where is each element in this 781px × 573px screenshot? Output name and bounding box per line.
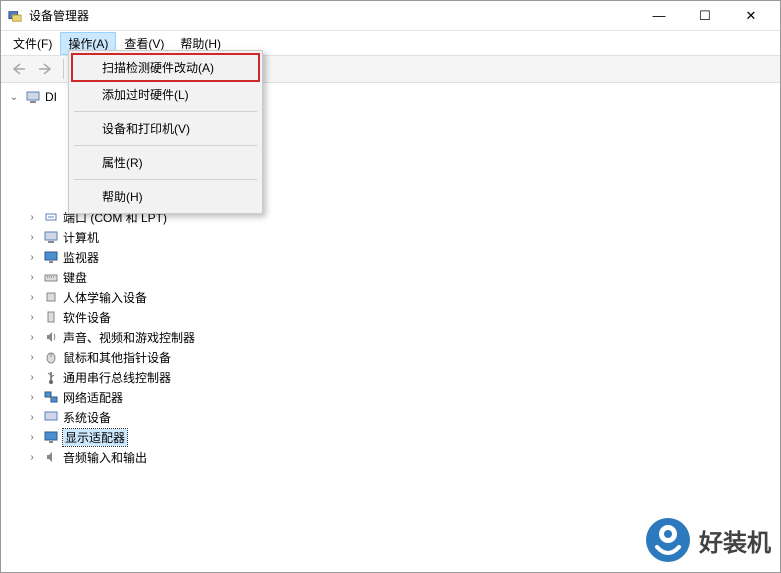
- menu-separator: [74, 111, 257, 112]
- maximize-button[interactable]: ☐: [682, 2, 728, 30]
- tree-label: 声音、视频和游戏控制器: [63, 329, 195, 346]
- audio-io-icon: [43, 449, 59, 465]
- tree-root-label: DI: [45, 90, 57, 104]
- window-title: 设备管理器: [29, 7, 636, 24]
- computer-icon: [43, 229, 59, 245]
- display-icon: [43, 429, 59, 445]
- window-controls: — ☐ ✕: [636, 2, 774, 30]
- tree-item-mouse[interactable]: › 鼠标和其他指针设备: [5, 347, 776, 367]
- watermark-logo-icon: [645, 517, 691, 563]
- app-icon: [7, 8, 23, 24]
- expand-icon[interactable]: ›: [25, 390, 39, 404]
- keyboard-icon: [43, 269, 59, 285]
- expand-icon[interactable]: ›: [25, 330, 39, 344]
- tree-item-display[interactable]: › 显示适配器: [5, 427, 776, 447]
- action-dropdown-menu: 扫描检测硬件改动(A) 添加过时硬件(L) 设备和打印机(V) 属性(R) 帮助…: [68, 50, 263, 214]
- tree-label: 系统设备: [63, 409, 111, 426]
- tree-label: 音频输入和输出: [63, 449, 147, 466]
- expand-icon[interactable]: ›: [25, 270, 39, 284]
- tree-item-sound[interactable]: › 声音、视频和游戏控制器: [5, 327, 776, 347]
- tree-label: 网络适配器: [63, 389, 123, 406]
- back-button[interactable]: [7, 58, 31, 80]
- tree-label: 监视器: [63, 249, 99, 266]
- tree-item-keyboard[interactable]: › 键盘: [5, 267, 776, 287]
- tree-item-software-devices[interactable]: › 软件设备: [5, 307, 776, 327]
- expand-icon[interactable]: ›: [25, 250, 39, 264]
- tree-label: 软件设备: [63, 309, 111, 326]
- tree-item-system[interactable]: › 系统设备: [5, 407, 776, 427]
- tree-item-computer[interactable]: › 计算机: [5, 227, 776, 247]
- expand-icon[interactable]: ›: [25, 210, 39, 224]
- tree-label: 鼠标和其他指针设备: [63, 349, 171, 366]
- tree-item-audio-io[interactable]: › 音频输入和输出: [5, 447, 776, 467]
- minimize-button[interactable]: —: [636, 2, 682, 30]
- tree-label: 显示适配器: [63, 429, 127, 446]
- expand-icon[interactable]: ›: [25, 370, 39, 384]
- menu-help[interactable]: 帮助(H): [72, 183, 259, 210]
- watermark: 好装机: [645, 517, 771, 563]
- menu-file[interactable]: 文件(F): [5, 32, 60, 55]
- expand-icon[interactable]: ›: [25, 450, 39, 464]
- monitor-icon: [43, 249, 59, 265]
- tree-label: 键盘: [63, 269, 87, 286]
- expand-icon[interactable]: ›: [25, 290, 39, 304]
- forward-button[interactable]: [33, 58, 57, 80]
- watermark-text: 好装机: [699, 523, 771, 558]
- expand-icon[interactable]: ⌄: [7, 90, 21, 104]
- software-icon: [43, 309, 59, 325]
- network-icon: [43, 389, 59, 405]
- tree-label: 人体学输入设备: [63, 289, 147, 306]
- tree-item-hid[interactable]: › 人体学输入设备: [5, 287, 776, 307]
- close-button[interactable]: ✕: [728, 2, 774, 30]
- sound-icon: [43, 329, 59, 345]
- ports-icon: [43, 209, 59, 225]
- tree-item-network[interactable]: › 网络适配器: [5, 387, 776, 407]
- menu-separator: [74, 145, 257, 146]
- expand-icon[interactable]: ›: [25, 430, 39, 444]
- expand-icon[interactable]: ›: [25, 230, 39, 244]
- mouse-icon: [43, 349, 59, 365]
- menu-separator: [74, 179, 257, 180]
- expand-icon[interactable]: ›: [25, 350, 39, 364]
- system-icon: [43, 409, 59, 425]
- menu-properties[interactable]: 属性(R): [72, 149, 259, 176]
- tree-item-monitor[interactable]: › 监视器: [5, 247, 776, 267]
- toolbar-separator: [63, 59, 64, 79]
- expand-icon[interactable]: ›: [25, 310, 39, 324]
- expand-icon[interactable]: ›: [25, 410, 39, 424]
- menu-scan-hardware[interactable]: 扫描检测硬件改动(A): [72, 54, 259, 81]
- titlebar: 设备管理器 — ☐ ✕: [1, 1, 780, 31]
- hid-icon: [43, 289, 59, 305]
- tree-label: 通用串行总线控制器: [63, 369, 171, 386]
- computer-root-icon: [25, 89, 41, 105]
- tree-item-usb[interactable]: › 通用串行总线控制器: [5, 367, 776, 387]
- menu-devices-printers[interactable]: 设备和打印机(V): [72, 115, 259, 142]
- tree-label: 计算机: [63, 229, 99, 246]
- usb-icon: [43, 369, 59, 385]
- menu-add-legacy[interactable]: 添加过时硬件(L): [72, 81, 259, 108]
